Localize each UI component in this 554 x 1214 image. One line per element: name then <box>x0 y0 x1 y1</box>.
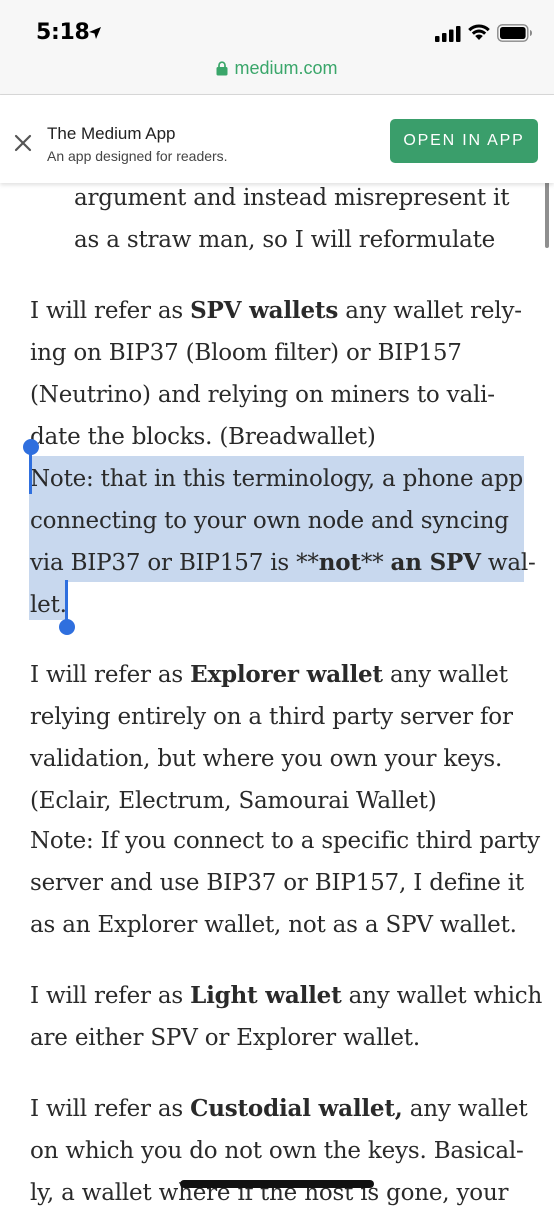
paragraph-line: ing on BIP37 (Bloom filter) or BIP157 <box>30 340 462 366</box>
open-in-app-button[interactable]: OPEN IN APP <box>390 119 538 163</box>
selection-start-caret <box>29 450 32 494</box>
selected-line[interactable]: Note: that in this terminology, a phone … <box>30 458 523 500</box>
paragraph-line: on which you do not own the keys. Basica… <box>30 1138 524 1164</box>
selected-line[interactable]: connecting to your own node and syncing <box>30 500 509 542</box>
close-icon[interactable] <box>14 134 32 152</box>
paragraph-line: date the blocks. (Breadwallet) <box>30 424 376 450</box>
quote-line: argument and instead misrepresent it <box>74 185 510 211</box>
paragraph-line: as an Explorer wallet, not as a SPV wall… <box>30 912 517 938</box>
selection-end-handle[interactable] <box>59 619 75 635</box>
banner-subtitle: An app designed for readers. <box>47 148 228 164</box>
paragraph-line: server and use BIP37 or BIP157, I define… <box>30 870 524 896</box>
banner-title: The Medium App <box>47 124 176 143</box>
paragraph-line: validation, but where you own your keys. <box>30 746 503 772</box>
paragraph-line: I will refer as Explorer wallet any wall… <box>30 661 508 688</box>
home-indicator[interactable] <box>180 1180 374 1188</box>
paragraph-line: (Eclair, Electrum, Samourai Wallet) <box>30 788 437 814</box>
paragraph-line: I will refer as SPV wallets any wallet r… <box>30 297 522 324</box>
paragraph-line: (Neutrino) and relying on miners to vali… <box>30 382 495 408</box>
paragraph-line: I will refer as Light wallet any wallet … <box>30 982 543 1009</box>
paragraph-line: relying entirely on a third party server… <box>30 704 513 730</box>
selection-end-caret <box>65 580 68 624</box>
selected-line[interactable]: via BIP37 or BIP157 is **not** an SPV wa… <box>30 542 536 584</box>
paragraph-line: Note: If you connect to a specific third… <box>30 828 540 854</box>
paragraph-line: ly, a wallet where if the host is gone, … <box>30 1180 509 1206</box>
paragraph-line: I will refer as Custodial wallet, any wa… <box>30 1095 528 1122</box>
paragraph-line: are either SPV or Explorer wallet. <box>30 1025 420 1051</box>
quote-line: as a straw man, so I will reformulate <box>74 227 496 253</box>
